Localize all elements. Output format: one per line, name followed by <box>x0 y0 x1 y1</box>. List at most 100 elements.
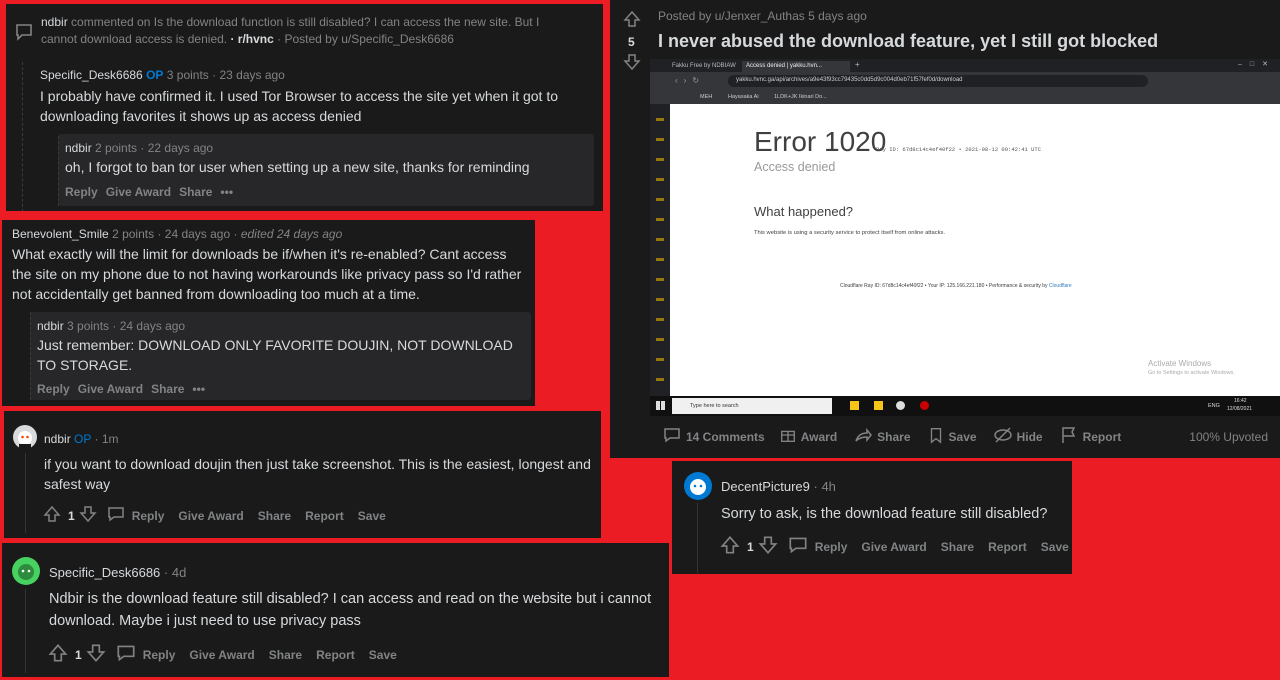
upvote-icon[interactable] <box>42 504 62 527</box>
more-options-button[interactable]: ••• <box>192 382 205 396</box>
report-button[interactable]: Report <box>316 648 355 662</box>
report-button[interactable]: Report <box>305 509 344 523</box>
more-options-button[interactable]: ••• <box>220 185 233 199</box>
share-button[interactable]: Share <box>877 430 910 444</box>
downvote-icon[interactable] <box>622 52 642 77</box>
comment-user[interactable]: Benevolent_Smile <box>12 227 109 241</box>
reply-icon[interactable] <box>106 504 126 527</box>
downvote-icon[interactable] <box>78 504 98 527</box>
avatar[interactable] <box>13 425 37 449</box>
reply-user[interactable]: ndbir <box>37 319 64 333</box>
op-badge: OP <box>146 68 164 82</box>
bookmark-3[interactable]: 1LDK+JK Ikinari Do... <box>774 94 827 100</box>
error-title: Error 1020 <box>754 126 887 157</box>
share-button[interactable]: Share <box>269 648 302 662</box>
bookmark-2[interactable]: Hayasaka Ai <box>728 94 759 100</box>
report-button[interactable]: Report <box>1083 430 1122 444</box>
new-tab-icon[interactable]: + <box>855 60 860 69</box>
reply-icon[interactable] <box>787 534 809 559</box>
header-user[interactable]: ndbir <box>41 15 68 29</box>
give-award-button[interactable]: Give Award <box>178 509 243 523</box>
windows-start-icon[interactable] <box>656 401 665 410</box>
save-button[interactable]: Save <box>358 509 386 523</box>
subreddit-link[interactable]: · r/hvnc <box>230 32 273 46</box>
vote-count: 1 <box>75 647 82 662</box>
hide-icon[interactable] <box>993 425 1013 448</box>
reply-button[interactable]: Reply <box>143 648 176 662</box>
save-button[interactable]: Save <box>1041 540 1069 554</box>
reply-button[interactable]: Reply <box>132 509 165 523</box>
comments-button[interactable]: 14 Comments <box>686 430 765 444</box>
reply2-text: oh, I forgot to ban tor user when settin… <box>65 159 530 175</box>
give-award-button[interactable]: Give Award <box>78 382 143 396</box>
comment-user[interactable]: ndbir <box>44 432 71 446</box>
post-title[interactable]: I never abused the download feature, yet… <box>658 31 1158 52</box>
tab-2[interactable]: Access denied | yakku.hvn... <box>742 61 850 72</box>
save-button[interactable]: Save <box>949 430 977 444</box>
thread-line-2 <box>58 136 59 206</box>
share-button[interactable]: Share <box>179 185 212 199</box>
comment-panel-1: ndbir commented on Is the download funct… <box>4 2 605 213</box>
taskbar-search[interactable]: Type here to search <box>672 398 832 414</box>
comment-icon <box>14 22 34 47</box>
posted-by: Posted by u/Jenxer_Authas 5 days ago <box>658 9 867 23</box>
save-button[interactable]: Save <box>369 648 397 662</box>
tray-date[interactable]: 12/08/2021 <box>1227 406 1252 412</box>
reply-text: Just remember: DOWNLOAD ONLY FAVORITE DO… <box>37 337 513 373</box>
share-button[interactable]: Share <box>151 382 184 396</box>
upvoted-percent: 100% Upvoted <box>1189 430 1268 444</box>
downvote-icon[interactable] <box>757 534 779 559</box>
reply-button[interactable]: Reply <box>65 185 98 199</box>
share-button[interactable]: Share <box>258 509 291 523</box>
tab-1[interactable]: Fakku Free by NDBIAW <box>668 61 740 72</box>
downvote-icon[interactable] <box>85 642 107 667</box>
vote-count: 5 <box>628 35 635 49</box>
tray-lang[interactable]: ENG <box>1208 403 1220 409</box>
tray-time[interactable]: 16:42 <box>1234 398 1247 404</box>
report-icon[interactable] <box>1059 425 1079 448</box>
bookmark-1[interactable]: MEH <box>700 94 712 100</box>
post-image[interactable]: Fakku Free by NDBIAW Access denied | yak… <box>650 59 1280 416</box>
report-button[interactable]: Report <box>988 540 1027 554</box>
vote-count: 1 <box>747 539 754 554</box>
avatar[interactable] <box>12 557 40 585</box>
vote-count: 1 <box>68 508 75 523</box>
share-icon[interactable] <box>853 425 873 448</box>
cloudflare-link[interactable]: Cloudflare <box>1049 283 1072 289</box>
taskbar: Type here to search ENG 16:42 12/08/2021 <box>650 396 1280 416</box>
reply2-user[interactable]: ndbir <box>65 141 92 155</box>
upvote-icon[interactable] <box>719 534 741 559</box>
give-award-button[interactable]: Give Award <box>106 185 171 199</box>
comment-user[interactable]: DecentPicture9 <box>721 479 810 494</box>
hide-button[interactable]: Hide <box>1017 430 1043 444</box>
give-award-button[interactable]: Give Award <box>861 540 926 554</box>
comment-text: Ndbir is the download feature still disa… <box>49 591 652 629</box>
comments-icon[interactable] <box>662 425 682 448</box>
nav-icons[interactable]: ‹›↻ <box>675 76 705 85</box>
award-button[interactable]: Award <box>801 430 837 444</box>
give-award-button[interactable]: Give Award <box>189 648 254 662</box>
posted-by: · Posted by u/Specific_Desk6686 <box>277 32 454 46</box>
edited-label: · edited 24 days ago <box>233 227 343 241</box>
comment-panel-4: Specific_Desk6686 · 4d Ndbir is the down… <box>2 543 669 677</box>
upvote-icon[interactable] <box>47 642 69 667</box>
award-icon[interactable] <box>779 426 797 447</box>
reply1-user[interactable]: Specific_Desk6686 <box>40 68 143 82</box>
comment-user[interactable]: Specific_Desk6686 <box>49 565 160 580</box>
share-button[interactable]: Share <box>941 540 974 554</box>
taskbar-apps[interactable] <box>840 400 940 412</box>
save-icon[interactable] <box>927 426 945 447</box>
upvote-icon[interactable] <box>622 9 642 34</box>
comment-text: Sorry to ask, is the download feature st… <box>721 506 1048 522</box>
address-bar[interactable]: yakku.hvnc.ga/api/archives/a9e43f93cc794… <box>728 75 1148 87</box>
comment-time: · 4h <box>813 479 836 494</box>
reply-icon[interactable] <box>115 642 137 667</box>
thread-line <box>25 589 26 673</box>
avatar[interactable] <box>684 472 712 500</box>
comment-meta: 2 points · 24 days ago <box>112 227 231 241</box>
reply-button[interactable]: Reply <box>37 382 70 396</box>
what-happened-text: This website is using a security service… <box>754 230 946 236</box>
thread-line <box>22 62 23 211</box>
reply-button[interactable]: Reply <box>815 540 848 554</box>
window-controls[interactable]: –□✕ <box>1238 60 1276 68</box>
